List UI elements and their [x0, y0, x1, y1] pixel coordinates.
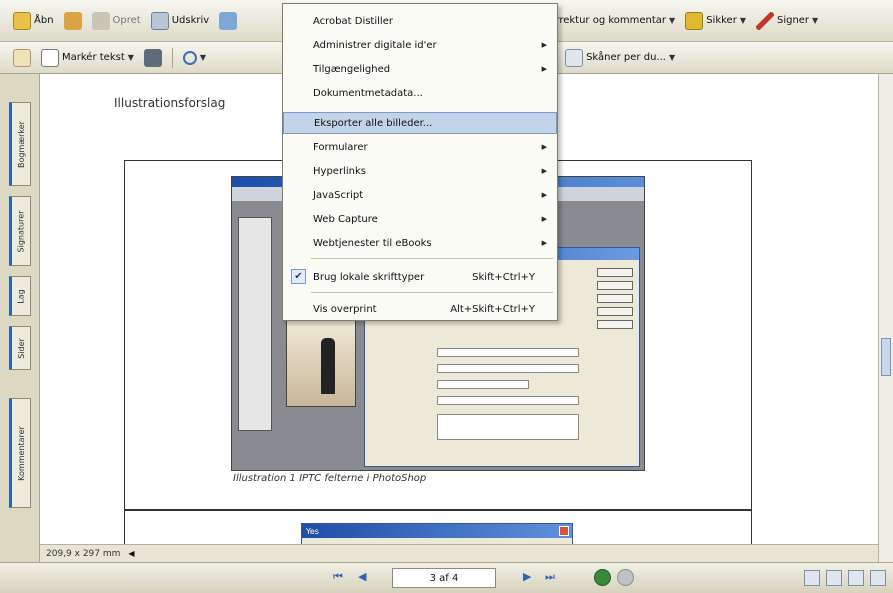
submenu-arrow-icon: ▶ — [541, 167, 547, 175]
tab-bookmarks[interactable]: Bogmærker — [9, 102, 31, 186]
tab-layers[interactable]: Lag — [9, 276, 31, 316]
hand-icon — [63, 11, 82, 30]
printer-icon — [150, 11, 169, 30]
menu-item-export-images[interactable]: Eksporter alle billeder... — [283, 112, 557, 134]
continuous-facing-view-icon[interactable] — [870, 570, 886, 586]
zoom-button[interactable]: ▼ — [180, 47, 209, 69]
next-page-dialog: Yes — [301, 523, 573, 544]
single-page-view-icon[interactable] — [804, 570, 820, 586]
menu-item-web-services[interactable]: Webtjenester til eBooks ▶ — [283, 232, 557, 254]
embedded-photo — [286, 317, 356, 407]
menu-item-acrobat-distiller[interactable]: Acrobat Distiller — [283, 10, 557, 32]
advanced-menu: Acrobat Distiller Administrer digitale i… — [282, 3, 558, 321]
page-number-field[interactable]: 3 af 4 — [392, 568, 496, 588]
open-button[interactable]: Åbn — [10, 10, 57, 32]
continuous-view-icon[interactable] — [826, 570, 842, 586]
close-icon — [559, 526, 569, 536]
menu-item-document-metadata[interactable]: Dokumentmetadata... — [283, 82, 557, 104]
menu-item-local-fonts[interactable]: ✔ Brug lokale skrifttyper Skift+Ctrl+Y — [283, 266, 557, 288]
tool-button[interactable] — [61, 10, 85, 32]
previous-page-button[interactable]: ◀ — [358, 570, 366, 583]
chevron-down-icon: ▼ — [669, 16, 676, 25]
document-heading: Illustrationsforslag — [114, 96, 226, 110]
embedded-toolbox — [238, 217, 272, 431]
tab-pages[interactable]: Sider — [9, 326, 31, 370]
go-forward-button[interactable] — [617, 569, 634, 586]
next-page-button[interactable]: ▶ — [523, 570, 531, 583]
last-page-button[interactable]: ⏭ — [545, 570, 555, 584]
menu-item-javascript[interactable]: JavaScript ▶ — [283, 184, 557, 206]
submenu-arrow-icon: ▶ — [541, 191, 547, 199]
create-button[interactable]: Opret — [89, 10, 144, 32]
submenu-arrow-icon: ▶ — [541, 65, 547, 73]
menu-item-hyperlinks[interactable]: Hyperlinks ▶ — [283, 160, 557, 182]
scroll-left-icon[interactable]: ◀ — [128, 549, 134, 558]
go-back-button[interactable] — [594, 569, 611, 586]
text-select-icon — [41, 48, 59, 67]
chevron-down-icon: ▼ — [127, 53, 134, 62]
menu-separator — [311, 292, 553, 293]
navigation-panel: Bogmærker Signaturer Lag Sider Kommentar… — [0, 74, 40, 562]
email-icon — [219, 11, 238, 30]
lock-icon — [685, 11, 704, 30]
menu-item-accessibility[interactable]: Tilgængelighed ▶ — [283, 58, 557, 80]
menu-item-web-capture[interactable]: Web Capture ▶ — [283, 208, 557, 230]
hand-icon — [13, 48, 31, 67]
comment-button[interactable]: Korrektur og kommentar ▼ — [540, 10, 678, 32]
zoom-icon — [182, 50, 197, 65]
illustration-caption: Illustration 1 IPTC felterne i PhotoShop — [233, 473, 427, 484]
submenu-arrow-icon: ▶ — [541, 41, 547, 49]
select-text-button[interactable]: Markér tekst ▼ — [38, 47, 137, 69]
submenu-arrow-icon: ▶ — [541, 215, 547, 223]
next-page-frame: Yes — [124, 510, 752, 544]
menu-separator — [311, 258, 553, 259]
page-layout-icon — [565, 48, 584, 67]
sign-button[interactable]: Signer ▼ — [753, 10, 821, 32]
chevron-down-icon: ▼ — [668, 53, 676, 62]
chevron-down-icon: ▼ — [739, 16, 746, 25]
create-pdf-icon — [91, 11, 110, 30]
hand-tool-button[interactable] — [10, 47, 34, 69]
email-button[interactable] — [216, 10, 240, 32]
tab-signatures[interactable]: Signaturer — [9, 196, 31, 266]
page-navigation-bar: ⏮ ◀ 3 af 4 ▶ ⏭ — [0, 562, 893, 593]
pen-icon — [755, 11, 774, 30]
menu-item-forms[interactable]: Formularer ▶ — [283, 136, 557, 158]
first-page-button[interactable]: ⏮ — [333, 570, 343, 584]
snapshot-button[interactable] — [141, 47, 165, 69]
scroll-thumb[interactable] — [881, 338, 891, 376]
tab-comments[interactable]: Kommentarer — [9, 398, 31, 508]
camera-icon — [143, 48, 162, 67]
submenu-arrow-icon: ▶ — [541, 239, 547, 247]
submenu-arrow-icon: ▶ — [541, 143, 547, 151]
facing-view-icon[interactable] — [848, 570, 864, 586]
folder-icon — [13, 11, 31, 30]
secure-button[interactable]: Sikker ▼ — [682, 10, 749, 32]
horizontal-scrollbar[interactable]: 209,9 x 297 mm ◀ — [40, 544, 878, 562]
chevron-down-icon: ▼ — [199, 53, 207, 62]
menu-item-digital-ids[interactable]: Administrer digitale id'er ▶ — [283, 34, 557, 56]
vertical-scrollbar[interactable] — [878, 74, 893, 562]
print-button[interactable]: Udskriv — [148, 10, 212, 32]
menu-item-show-overprint[interactable]: Vis overprint Alt+Skift+Ctrl+Y — [283, 298, 557, 320]
page-size-label: 209,9 x 297 mm — [46, 548, 121, 559]
checkmark-icon: ✔ — [291, 269, 306, 284]
hands-button[interactable]: Skåner per du... ▼ — [562, 47, 678, 69]
toolbar-divider — [171, 47, 173, 68]
chevron-down-icon: ▼ — [812, 16, 819, 25]
